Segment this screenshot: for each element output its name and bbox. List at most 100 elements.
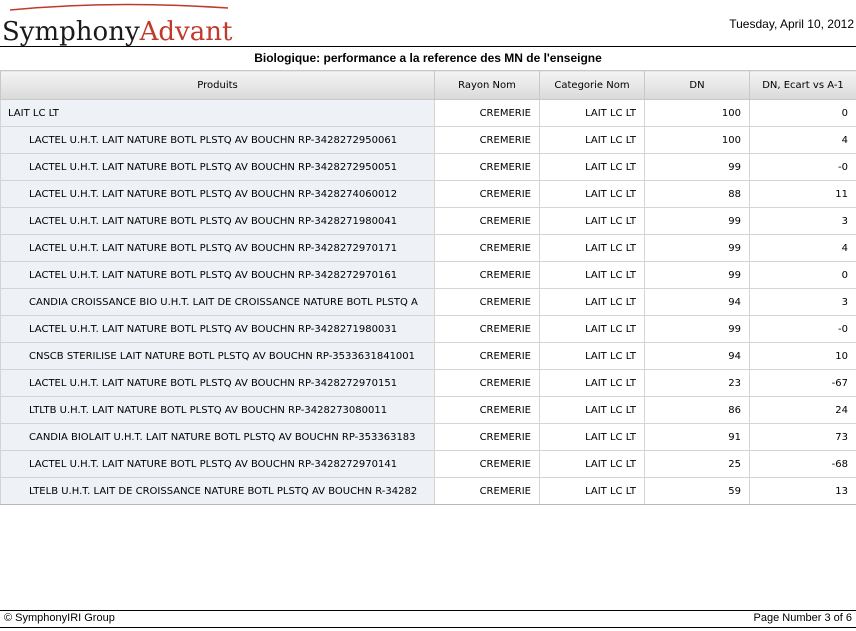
cell-dn: 25	[644, 450, 750, 478]
cell-produit: LACTEL U.H.T. LAIT NATURE BOTL PLSTQ AV …	[0, 126, 435, 154]
cell-dn: 99	[644, 234, 750, 262]
logo-graphic: SymphonyAdvantage	[2, 3, 234, 46]
cell-rayon: CREMERIE	[434, 99, 540, 127]
cell-produit: LACTEL U.H.T. LAIT NATURE BOTL PLSTQ AV …	[0, 207, 435, 235]
cell-rayon: CREMERIE	[434, 369, 540, 397]
cell-rayon: CREMERIE	[434, 423, 540, 451]
logo-text-advantage: Advantage	[139, 17, 234, 46]
cell-dn: 99	[644, 153, 750, 181]
cell-categorie: LAIT LC LT	[539, 180, 645, 208]
cell-rayon: CREMERIE	[434, 234, 540, 262]
cell-produit: LACTEL U.H.T. LAIT NATURE BOTL PLSTQ AV …	[0, 369, 435, 397]
copyright-text: © SymphonyIRI Group	[4, 612, 115, 624]
cell-produit: CANDIA CROISSANCE BIO U.H.T. LAIT DE CRO…	[0, 288, 435, 316]
cell-categorie: LAIT LC LT	[539, 369, 645, 397]
cell-ecart: 3	[749, 288, 856, 316]
cell-ecart: -68	[749, 450, 856, 478]
cell-rayon: CREMERIE	[434, 153, 540, 181]
performance-table: Produits Rayon Nom Categorie Nom DN DN, …	[0, 70, 856, 505]
logo-text-symphony: Symphony	[2, 17, 140, 46]
cell-categorie: LAIT LC LT	[539, 342, 645, 370]
table-row[interactable]: LACTEL U.H.T. LAIT NATURE BOTL PLSTQ AV …	[0, 369, 856, 397]
cell-rayon: CREMERIE	[434, 477, 540, 505]
table-row[interactable]: LACTEL U.H.T. LAIT NATURE BOTL PLSTQ AV …	[0, 180, 856, 208]
cell-categorie: LAIT LC LT	[539, 423, 645, 451]
cell-dn: 99	[644, 261, 750, 289]
cell-rayon: CREMERIE	[434, 450, 540, 478]
table-row[interactable]: CNSCB STERILISE LAIT NATURE BOTL PLSTQ A…	[0, 342, 856, 370]
page-number: Page Number 3 of 6	[753, 612, 852, 624]
cell-produit: LAIT LC LT	[0, 99, 435, 127]
cell-dn: 86	[644, 396, 750, 424]
cell-produit: CANDIA BIOLAIT U.H.T. LAIT NATURE BOTL P…	[0, 423, 435, 451]
cell-ecart: -0	[749, 315, 856, 343]
cell-ecart: 13	[749, 477, 856, 505]
column-header-rayon-nom[interactable]: Rayon Nom	[434, 70, 540, 100]
cell-ecart: 4	[749, 126, 856, 154]
cell-categorie: LAIT LC LT	[539, 99, 645, 127]
cell-ecart: 4	[749, 234, 856, 262]
cell-categorie: LAIT LC LT	[539, 207, 645, 235]
logo-swoosh	[9, 3, 229, 11]
table-group-row[interactable]: LAIT LC LT CREMERIE LAIT LC LT 100 0	[0, 99, 856, 127]
cell-produit: CNSCB STERILISE LAIT NATURE BOTL PLSTQ A…	[0, 342, 435, 370]
cell-dn: 99	[644, 315, 750, 343]
cell-ecart: 0	[749, 99, 856, 127]
report-header: SymphonyAdvantage Tuesday, April 10, 201…	[0, 0, 856, 47]
table-row[interactable]: LACTEL U.H.T. LAIT NATURE BOTL PLSTQ AV …	[0, 153, 856, 181]
cell-ecart: -0	[749, 153, 856, 181]
report-footer: © SymphonyIRI Group Page Number 3 of 6	[0, 610, 856, 628]
cell-produit: LACTEL U.H.T. LAIT NATURE BOTL PLSTQ AV …	[0, 153, 435, 181]
table-body: LAIT LC LT CREMERIE LAIT LC LT 100 0 LACTEL U…	[0, 99, 856, 505]
report-date: Tuesday, April 10, 2012	[729, 17, 854, 31]
cell-dn: 100	[644, 99, 750, 127]
report-title: Biologique: performance a la reference d…	[254, 51, 602, 65]
cell-produit: LACTEL U.H.T. LAIT NATURE BOTL PLSTQ AV …	[0, 315, 435, 343]
cell-categorie: LAIT LC LT	[539, 261, 645, 289]
table-row[interactable]: LACTEL U.H.T. LAIT NATURE BOTL PLSTQ AV …	[0, 126, 856, 154]
table-row[interactable]: LACTEL U.H.T. LAIT NATURE BOTL PLSTQ AV …	[0, 207, 856, 235]
cell-dn: 94	[644, 288, 750, 316]
cell-categorie: LAIT LC LT	[539, 288, 645, 316]
cell-produit: LTLTB U.H.T. LAIT NATURE BOTL PLSTQ AV B…	[0, 396, 435, 424]
column-header-categorie-nom[interactable]: Categorie Nom	[539, 70, 645, 100]
cell-dn: 100	[644, 126, 750, 154]
cell-produit: LTELB U.H.T. LAIT DE CROISSANCE NATURE B…	[0, 477, 435, 505]
table-row[interactable]: LACTEL U.H.T. LAIT NATURE BOTL PLSTQ AV …	[0, 261, 856, 289]
cell-rayon: CREMERIE	[434, 315, 540, 343]
cell-dn: 94	[644, 342, 750, 370]
cell-categorie: LAIT LC LT	[539, 126, 645, 154]
cell-dn: 23	[644, 369, 750, 397]
cell-produit: LACTEL U.H.T. LAIT NATURE BOTL PLSTQ AV …	[0, 180, 435, 208]
cell-categorie: LAIT LC LT	[539, 396, 645, 424]
cell-rayon: CREMERIE	[434, 180, 540, 208]
cell-produit: LACTEL U.H.T. LAIT NATURE BOTL PLSTQ AV …	[0, 450, 435, 478]
cell-rayon: CREMERIE	[434, 207, 540, 235]
cell-ecart: 24	[749, 396, 856, 424]
table-row[interactable]: LTELB U.H.T. LAIT DE CROISSANCE NATURE B…	[0, 477, 856, 505]
cell-ecart: 11	[749, 180, 856, 208]
cell-rayon: CREMERIE	[434, 396, 540, 424]
table-row[interactable]: LACTEL U.H.T. LAIT NATURE BOTL PLSTQ AV …	[0, 315, 856, 343]
table-row[interactable]: LACTEL U.H.T. LAIT NATURE BOTL PLSTQ AV …	[0, 234, 856, 262]
cell-rayon: CREMERIE	[434, 288, 540, 316]
table-row[interactable]: CANDIA BIOLAIT U.H.T. LAIT NATURE BOTL P…	[0, 423, 856, 451]
cell-produit: LACTEL U.H.T. LAIT NATURE BOTL PLSTQ AV …	[0, 261, 435, 289]
column-header-dn[interactable]: DN	[644, 70, 750, 100]
column-header-produits[interactable]: Produits	[0, 70, 435, 100]
column-header-dn-ecart[interactable]: DN, Ecart vs A-1	[749, 70, 856, 100]
table-row[interactable]: CANDIA CROISSANCE BIO U.H.T. LAIT DE CRO…	[0, 288, 856, 316]
cell-produit: LACTEL U.H.T. LAIT NATURE BOTL PLSTQ AV …	[0, 234, 435, 262]
logo-wordmark: SymphonyAdvantage	[2, 17, 234, 46]
cell-ecart: 73	[749, 423, 856, 451]
cell-categorie: LAIT LC LT	[539, 450, 645, 478]
cell-categorie: LAIT LC LT	[539, 315, 645, 343]
symphony-advantage-logo: SymphonyAdvantage	[2, 2, 234, 46]
cell-ecart: -67	[749, 369, 856, 397]
table-row[interactable]: LACTEL U.H.T. LAIT NATURE BOTL PLSTQ AV …	[0, 450, 856, 478]
cell-rayon: CREMERIE	[434, 126, 540, 154]
table-row[interactable]: LTLTB U.H.T. LAIT NATURE BOTL PLSTQ AV B…	[0, 396, 856, 424]
cell-dn: 88	[644, 180, 750, 208]
cell-ecart: 3	[749, 207, 856, 235]
cell-rayon: CREMERIE	[434, 261, 540, 289]
